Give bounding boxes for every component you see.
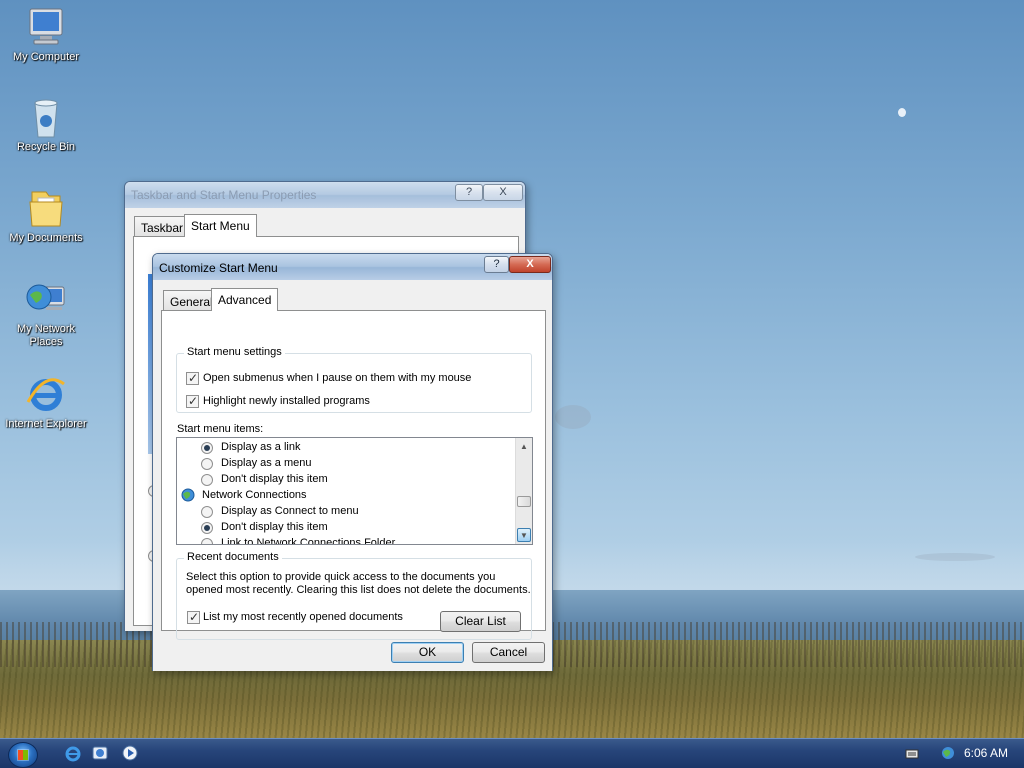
window-titlebar[interactable]: Taskbar and Start Menu Properties ? X — [125, 182, 525, 208]
folder-icon — [24, 186, 68, 230]
item-radio[interactable] — [201, 506, 213, 518]
highlight-programs-checkbox[interactable] — [186, 394, 199, 408]
desktop-icon-my-network-places[interactable]: My Network Places — [0, 277, 92, 349]
wallpaper-moon — [898, 108, 906, 117]
start-menu-items-label: Start menu items: — [177, 423, 264, 435]
group-label: Recent documents — [184, 551, 282, 563]
network-tray-icon[interactable] — [940, 745, 956, 761]
item-radio[interactable] — [201, 538, 213, 544]
item-radio[interactable] — [201, 522, 213, 534]
item-label: Don't display this item — [221, 473, 328, 485]
tab-label: Advanced — [218, 293, 272, 307]
item-radio[interactable] — [201, 458, 213, 470]
help-button[interactable]: ? — [484, 256, 509, 273]
help-icon: ? — [493, 258, 500, 270]
desktop-icon-label: My Computer — [12, 51, 80, 63]
close-button[interactable]: X — [509, 256, 551, 273]
item-radio[interactable] — [201, 474, 213, 486]
ok-button[interactable]: OK — [391, 642, 464, 663]
open-submenus-label: Open submenus when I pause on them with … — [203, 372, 472, 384]
close-icon: X — [499, 186, 507, 198]
start-menu-settings-group: Start menu settings Open submenus when I… — [176, 346, 532, 413]
arrow-up-icon: ▲ — [520, 442, 528, 451]
list-scrollbar[interactable]: ▲ ▼ — [515, 438, 532, 544]
button-label: Clear List — [455, 614, 506, 628]
desktop-icon-my-documents[interactable]: My Documents — [0, 186, 92, 245]
desktop-icon-label: Recycle Bin — [16, 141, 76, 153]
item-group-label: Network Connections — [202, 489, 307, 501]
network-icon — [24, 277, 68, 321]
item-label: Display as a menu — [221, 457, 312, 469]
item-label: Display as a link — [221, 441, 301, 453]
customize-start-menu-dialog[interactable]: Customize Start Menu ? X General Advance… — [152, 253, 553, 671]
quick-launch-outlook-express[interactable] — [91, 744, 109, 762]
list-recent-documents-checkbox[interactable] — [187, 610, 200, 624]
scroll-down-button[interactable]: ▼ — [517, 528, 531, 542]
help-button[interactable]: ? — [455, 184, 483, 201]
close-icon: X — [526, 258, 534, 270]
item-radio[interactable] — [201, 442, 213, 454]
button-label: Cancel — [489, 645, 528, 659]
quick-launch-internet-explorer[interactable] — [64, 744, 82, 762]
desktop-icon-label: My Documents — [9, 232, 83, 244]
taskbar-clock[interactable]: 6:06 AM — [964, 746, 1008, 760]
outlook-express-icon — [92, 746, 108, 760]
clear-list-button[interactable]: Clear List — [440, 611, 521, 632]
keyboard-icon[interactable] — [905, 748, 919, 760]
scroll-thumb[interactable] — [517, 496, 531, 507]
tab-start-menu[interactable]: Start Menu — [184, 214, 257, 237]
desktop-icon-my-computer[interactable]: My Computer — [0, 5, 92, 64]
desktop-icon-internet-explorer[interactable]: Internet Explorer — [0, 372, 92, 431]
tab-panel-advanced: Start menu settings Open submenus when I… — [161, 310, 546, 640]
desktop-icon-label: My Network Places — [16, 323, 76, 348]
dialog-body: General Advanced Start menu settings Ope… — [153, 280, 552, 671]
start-button[interactable] — [8, 742, 38, 768]
help-icon: ? — [465, 186, 473, 198]
taskbar — [0, 738, 1024, 768]
internet-explorer-icon — [24, 372, 68, 416]
tab-label: Start Menu — [191, 219, 250, 233]
close-button[interactable]: X — [483, 184, 523, 201]
recycle-bin-icon — [24, 95, 68, 139]
desktop-icon-label: Internet Explorer — [5, 418, 87, 430]
group-label: Start menu settings — [184, 346, 285, 358]
desktop-icon-recycle-bin[interactable]: Recycle Bin — [0, 95, 92, 154]
recent-documents-group: Recent documents Select this option to p… — [176, 551, 532, 640]
network-connections-icon — [181, 488, 196, 503]
start-menu-items-list[interactable]: Display as a link Display as a menu Don'… — [176, 437, 533, 545]
dialog-titlebar[interactable]: Customize Start Menu ? X — [153, 254, 552, 280]
tab-taskbar[interactable]: Taskbar — [134, 216, 191, 237]
cancel-button[interactable]: Cancel — [472, 642, 545, 663]
item-label: Link to Network Connections Folder — [221, 537, 396, 545]
internet-explorer-icon — [65, 746, 81, 762]
list-recent-documents-label: List my most recently opened documents — [203, 611, 403, 623]
window-title: Taskbar and Start Menu Properties — [131, 188, 317, 202]
highlight-programs-label: Highlight newly installed programs — [203, 395, 370, 407]
item-label: Don't display this item — [221, 521, 328, 533]
arrow-down-icon: ▼ — [520, 531, 528, 540]
tab-label: General — [170, 295, 213, 309]
quick-launch-media-player[interactable] — [121, 744, 139, 762]
wallpaper-cloud — [555, 405, 591, 429]
media-player-icon — [122, 745, 138, 761]
recent-description-line1: Select this option to provide quick acce… — [186, 571, 496, 583]
computer-icon — [24, 5, 68, 49]
recent-description-line2: opened most recently. Clearing this list… — [186, 584, 531, 596]
item-label: Display as Connect to menu — [221, 505, 359, 517]
open-submenus-checkbox[interactable] — [186, 371, 199, 385]
button-label: OK — [418, 645, 437, 659]
tab-label: Taskbar — [141, 221, 184, 235]
dialog-title: Customize Start Menu — [159, 261, 278, 275]
scroll-up-button[interactable]: ▲ — [517, 440, 531, 454]
tab-advanced[interactable]: Advanced — [211, 288, 279, 311]
